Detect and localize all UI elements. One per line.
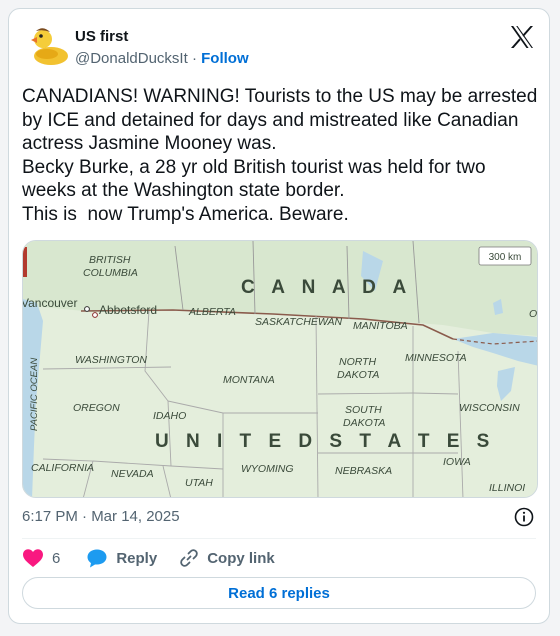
- state-label-washington: WASHINGTON: [75, 354, 147, 366]
- info-icon[interactable]: [513, 506, 535, 528]
- author-handle[interactable]: @DonaldDucksIt: [75, 50, 188, 67]
- rubber-duck-avatar-icon: [31, 28, 68, 65]
- state-label-north-dakota-1: NORTH: [339, 356, 377, 368]
- state-label-nebraska: NEBRASKA: [335, 465, 392, 477]
- reply-button[interactable]: Reply: [86, 548, 157, 568]
- province-label-saskatchewan: SASKATCHEWAN: [255, 316, 343, 328]
- read-replies-button[interactable]: Read 6 replies: [22, 577, 536, 609]
- state-label-california: CALIFORNIA: [31, 462, 94, 474]
- speech-bubble-icon: [87, 549, 107, 568]
- like-count: 6: [52, 549, 61, 567]
- state-label-illinois: ILLINOI: [489, 482, 525, 494]
- state-label-south-dakota-1: SOUTH: [345, 404, 382, 416]
- map-image: 300 km C A N A D A U N I T E D S T A T E…: [23, 241, 537, 497]
- country-label-canada: C A N A D A: [241, 277, 412, 298]
- copy-link-button[interactable]: Copy link: [179, 548, 275, 568]
- state-label-minnesota: MINNESOTA: [405, 352, 467, 364]
- country-label-us: U N I T E D S T A T E S: [155, 431, 495, 452]
- city-label-vancouver: Vancouver: [23, 296, 77, 310]
- divider: [22, 538, 536, 539]
- avatar[interactable]: [27, 23, 71, 67]
- state-label-montana: MONTANA: [223, 374, 275, 386]
- province-label-manitoba: MANITOBA: [353, 320, 408, 332]
- state-label-north-dakota-2: DAKOTA: [337, 369, 379, 381]
- province-label-bc-1: BRITISH: [89, 254, 131, 266]
- state-label-utah: UTAH: [185, 477, 213, 489]
- province-label-ontario: O: [529, 308, 537, 320]
- reply-label: Reply: [116, 549, 158, 567]
- read-replies-label: Read 6 replies: [228, 584, 330, 602]
- x-logo-icon[interactable]: [509, 25, 535, 49]
- heart-icon: [23, 549, 43, 567]
- state-label-wisconsin: WISCONSIN: [459, 402, 520, 414]
- tweet-text: CANADIANS! WARNING! Tourists to the US m…: [22, 86, 538, 225]
- handle-separator: ·: [191, 50, 197, 67]
- state-label-oregon: OREGON: [73, 402, 120, 414]
- state-label-iowa: IOWA: [443, 456, 471, 468]
- tweet-card: US first @DonaldDucksIt · Follow CANADIA…: [8, 8, 550, 624]
- follow-button[interactable]: Follow: [201, 50, 249, 67]
- ocean-label-pacific: PACIFIC OCEAN: [29, 358, 40, 431]
- link-icon: [180, 549, 198, 567]
- province-label-alberta: ALBERTA: [188, 306, 236, 318]
- state-label-wyoming: WYOMING: [241, 463, 294, 475]
- action-bar: 6 Reply Copy link: [22, 547, 275, 569]
- author-display-name[interactable]: US first: [75, 28, 128, 45]
- tweet-media-map[interactable]: 300 km C A N A D A U N I T E D S T A T E…: [22, 240, 538, 498]
- province-label-bc-2: COLUMBIA: [83, 267, 138, 279]
- like-button[interactable]: 6: [22, 548, 60, 568]
- state-label-nevada: NEVADA: [111, 468, 154, 480]
- city-label-abbotsford: Abbotsford: [99, 303, 157, 317]
- map-scale-label: 300 km: [489, 252, 522, 263]
- author-handle-row: @DonaldDucksIt · Follow: [75, 50, 249, 67]
- copy-link-label: Copy link: [207, 549, 275, 567]
- tweet-timestamp[interactable]: 6:17 PM · Mar 14, 2025: [22, 508, 180, 525]
- state-label-south-dakota-2: DAKOTA: [343, 417, 385, 429]
- state-label-idaho: IDAHO: [153, 410, 186, 422]
